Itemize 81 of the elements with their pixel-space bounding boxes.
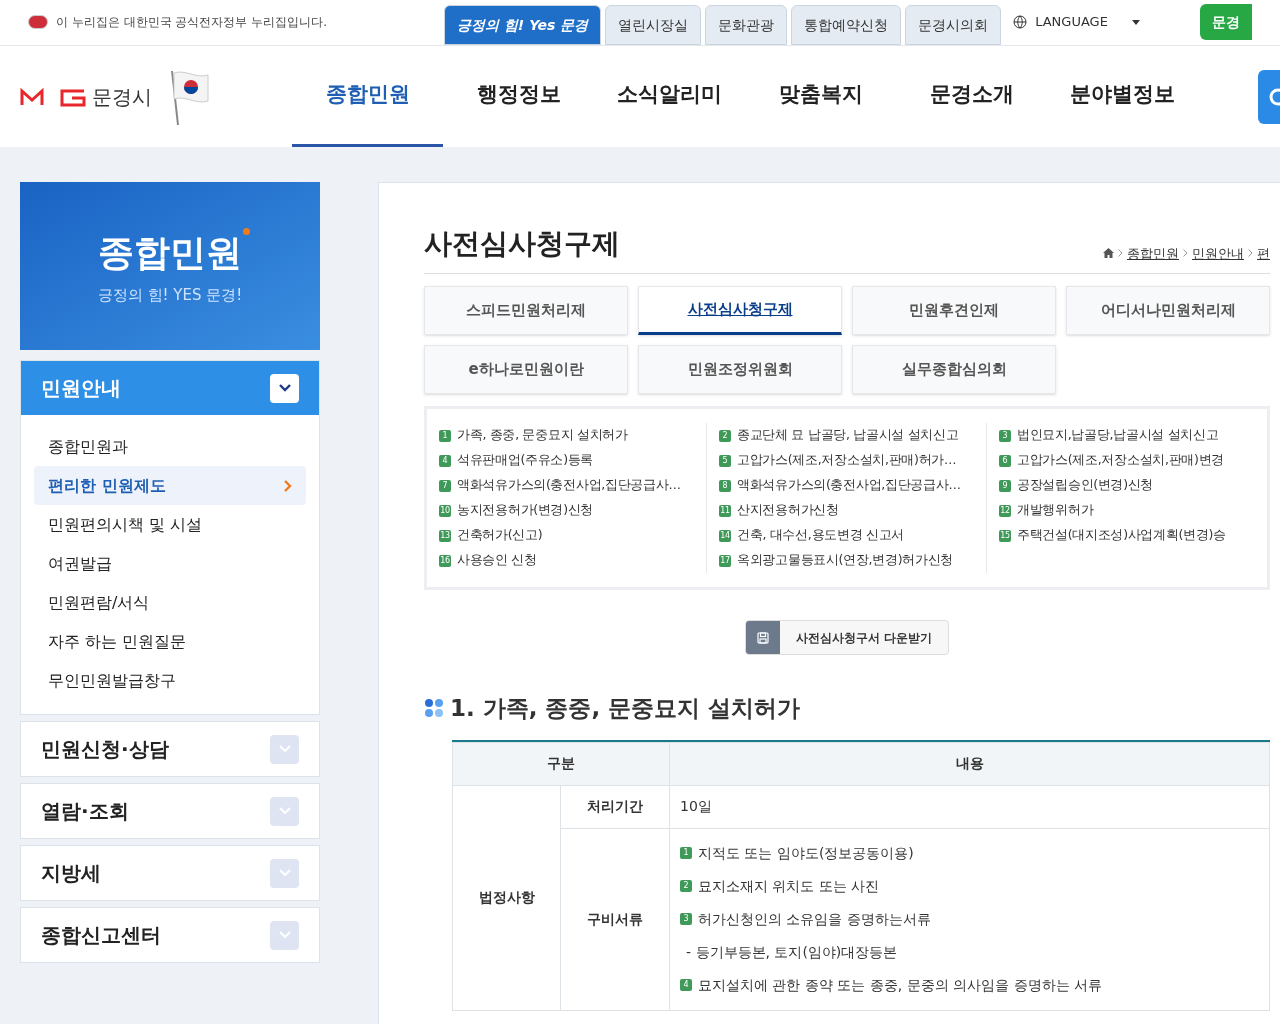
table-cell: 1 지적도 또는 임야도(정보공동이용) 2 묘지소재지 위치도 또는 사진 3 허가신청인의 소유임을 증명하는서류 - 등기부등본, 토지(임야)대장등본 4 묘지설치에 관한 종약 또는 종중, 문중의 의사임을 증명하는 서류: [669, 828, 1270, 1010]
number-badge: 3: [999, 429, 1011, 442]
content-tab[interactable]: 어디서나민원처리제: [1066, 286, 1270, 335]
content-tab[interactable]: 실무종합심의회: [852, 345, 1056, 394]
number-badge: 6: [999, 454, 1011, 467]
site-tab[interactable]: 문화관광: [705, 5, 788, 45]
number-badge: 4: [439, 454, 451, 467]
list-link[interactable]: 3 법인묘지,납골당,납골시설 설치신고: [999, 423, 1255, 448]
number-badge: 5: [719, 454, 731, 467]
number-badge: 13: [439, 529, 451, 542]
sidebar-item[interactable]: 여권발급: [34, 544, 306, 583]
content-tab[interactable]: 스피드민원처리제: [424, 286, 628, 335]
number-badge: 14: [719, 529, 731, 542]
number-badge: 9: [999, 479, 1011, 492]
sidebar-item[interactable]: 자주 하는 민원질문: [34, 622, 306, 661]
list-link[interactable]: 6 고압가스(제조,저장소설치,판매)변경: [999, 448, 1255, 473]
nav-tab[interactable]: 행정정보: [443, 46, 594, 147]
table-header: 구분: [452, 742, 670, 785]
list-link[interactable]: 16 사용승인 신청: [439, 548, 694, 573]
number-badge: 4: [680, 979, 692, 991]
list-link[interactable]: 15 주택건설(대지조성)사업계획(변경)승: [999, 523, 1255, 548]
table-cell: 처리기간: [560, 785, 670, 828]
number-badge: 11: [719, 504, 731, 517]
sidebar-item[interactable]: 민원편람/서식: [34, 583, 306, 622]
section-title: 1. 가족, 종중, 문중묘지 설치허가: [450, 694, 801, 723]
sidebar-item[interactable]: 무인민원발급창구: [34, 661, 306, 700]
page-title: 사전심사청구제: [424, 226, 620, 262]
table-cell: 법정사항: [452, 785, 561, 1010]
site-tab[interactable]: 문경시의회: [905, 5, 1002, 45]
table-header: 내용: [669, 742, 1270, 785]
list-link[interactable]: 11 산지전용허가신청: [719, 498, 974, 523]
number-badge: 12: [999, 504, 1011, 517]
number-badge: 10: [439, 504, 451, 517]
table-cell: 구비서류: [560, 828, 670, 1010]
sidebar-title: 종합민원: [98, 231, 242, 273]
list-link[interactable]: 13 건축허가(신고): [439, 523, 694, 548]
number-badge: 17: [719, 554, 731, 567]
nav-tab[interactable]: 종합민원: [292, 46, 443, 147]
sidebar-item[interactable]: 민원편의시책 및 시설: [34, 505, 306, 544]
content-tab[interactable]: e하나로민원이란: [424, 345, 628, 394]
logo-text: 문경시: [92, 83, 152, 111]
sidebar-item[interactable]: 편리한 민원제도: [34, 466, 306, 505]
list-link[interactable]: 17 옥외광고물등표시(연장,변경)허가신청: [719, 548, 974, 573]
number-badge: 3: [680, 913, 692, 925]
list-link[interactable]: 7 액화석유가스의(충전사업,집단공급사…: [439, 473, 694, 498]
list-link[interactable]: 5 고압가스(제조,저장소설치,판매)허가…: [719, 448, 974, 473]
number-badge: 15: [999, 529, 1011, 542]
sidebar-subtitle: 긍정의 힘! YES 문경!: [97, 284, 243, 306]
number-badge: 7: [439, 479, 451, 492]
nav-tab[interactable]: 분야별정보: [1047, 46, 1198, 147]
content-tab[interactable]: 민원조정위원회: [638, 345, 842, 394]
number-badge: 1: [439, 429, 451, 442]
number-badge: 1: [680, 847, 692, 859]
list-link[interactable]: 12 개발행위허가: [999, 498, 1255, 523]
language-button[interactable]: LANGUAGE: [1013, 0, 1140, 45]
download-button[interactable]: 사전심사청구서 다운받기: [744, 620, 950, 655]
site-tab[interactable]: 열린시장실: [605, 5, 702, 45]
content-tab[interactable]: 민원후견인제: [852, 286, 1056, 335]
notice-text: 이 누리집은 대한민국 공식전자정부 누리집입니다.: [56, 14, 328, 31]
list-link[interactable]: 4 석유판매업(주유소)등록: [439, 448, 694, 473]
sidebar-item[interactable]: 종합민원과: [34, 427, 306, 466]
list-link[interactable]: 9 공장설립승인(변경)신청: [999, 473, 1255, 498]
number-badge: 2: [680, 880, 692, 892]
list-link[interactable]: 8 액화석유가스의(충전사업,집단공급사…: [719, 473, 974, 498]
content-tab[interactable]: 사전심사청구제: [638, 286, 842, 335]
list-link[interactable]: 10 농지전용허가(변경)신청: [439, 498, 694, 523]
list-link[interactable]: 2 종교단체 묘 납골당, 납골시설 설치신고: [719, 423, 974, 448]
site-tab[interactable]: 통합예약신청: [791, 5, 902, 45]
breadcrumb-link[interactable]: 종합민원: [1127, 243, 1179, 263]
breadcrumb-link[interactable]: 민원안내: [1192, 243, 1244, 263]
number-badge: 16: [439, 554, 451, 567]
number-badge: 2: [719, 429, 731, 442]
nav-tab[interactable]: 맞춤복지: [745, 46, 896, 147]
nav-tab[interactable]: 문경소개: [896, 46, 1047, 147]
number-badge: 8: [719, 479, 731, 492]
site-tab[interactable]: 긍정의 힘! Yes 문경: [444, 5, 602, 45]
nav-tab[interactable]: 소식알리미: [594, 46, 745, 147]
list-link[interactable]: 14 건축, 대수선,용도변경 신고서: [719, 523, 974, 548]
table-cell: 10일: [669, 785, 1270, 828]
breadcrumb-link[interactable]: 편: [1257, 243, 1270, 263]
list-link[interactable]: 1 가족, 종중, 문중묘지 설치허가: [439, 423, 694, 448]
